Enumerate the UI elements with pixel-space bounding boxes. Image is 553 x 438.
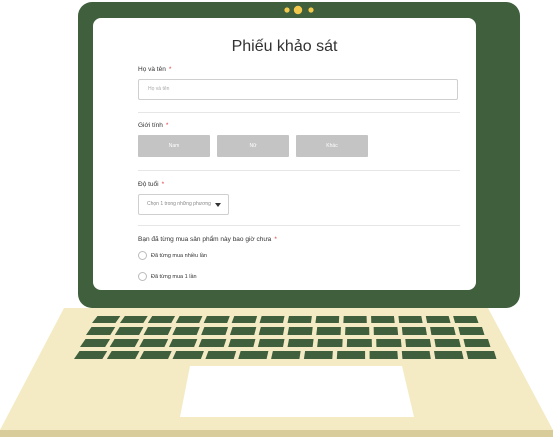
keyboard-key [258,327,285,335]
radio-icon[interactable] [138,250,147,260]
keyboard-key [106,351,140,359]
keyboard-key [143,327,172,335]
keyboard-key [109,339,140,347]
keyboard-key [346,339,372,347]
keyboard-key [316,327,341,335]
keyboard-key [463,339,491,347]
keyboard-key [287,316,312,323]
keyboard-key [257,339,285,347]
page-title: Phiếu khảo sát [231,38,338,55]
keyboard-key [369,351,398,359]
keyboard-key [271,351,301,359]
keyboard-key [259,316,285,323]
keyboard-key [405,339,432,347]
keyboard-key [198,339,227,347]
keyboard-key [345,327,370,335]
keyboard-key [287,339,314,347]
keyboard-key [458,327,485,335]
keyboard-key [203,316,230,323]
keyboard-key [376,339,402,347]
keyboard-key [434,351,464,359]
keyboard-key [205,351,237,359]
age-select[interactable]: Chọn 1 trong những phương [138,194,229,215]
keyboard-key [453,316,479,323]
age-label: Độ tuổi * [138,181,165,188]
keyboard-key [229,327,257,335]
keyboard-key [425,316,451,323]
keyboard-key [114,327,144,335]
purchase-option-once[interactable]: Đã từng mua 1 lần [138,271,197,282]
keyboard-key [430,327,456,335]
keyboard-key [168,339,198,347]
name-label: Họ và tên * [138,66,172,73]
keyboard-key [315,316,340,323]
keyboard-key [303,351,333,359]
keyboard-key [139,339,169,347]
laptop-screen: Phiếu khảo sát Họ và tên * Họ và tên Giới… [93,18,476,290]
laptop-base-shadow [0,430,553,437]
keyboard-key [336,351,366,359]
keyboard-key [401,327,427,335]
keyboard-key [238,351,269,359]
keyboard-key [317,339,343,347]
divider [138,225,460,226]
keyboard-key [175,316,203,323]
keyboard-key [172,327,200,335]
touchpad [180,366,414,417]
divider [138,170,460,171]
required-mark: * [165,122,169,129]
keyboard-key [434,339,461,347]
camera-dot-right [308,7,314,13]
keyboard-key [172,351,204,359]
age-select-value: Chọn 1 trong những phương [147,201,211,207]
required-mark: * [161,181,165,188]
camera-dot-center [293,5,303,15]
camera-dot-left [284,7,290,13]
keyboard-key [74,351,108,359]
chevron-down-icon [215,203,221,207]
name-input[interactable]: Họ và tên [138,79,458,100]
purchase-question-label: Bạn đã từng mua sản phẩm này bao giờ chư… [138,236,277,243]
divider [138,112,460,113]
keyboard-key [373,327,399,335]
keyboard-key [371,316,395,323]
required-mark: * [168,66,172,73]
gender-label: Giới tính * [138,122,169,129]
keyboard-key [401,351,431,359]
gender-option-male[interactable]: Nam [138,135,210,157]
keyboard-key [398,316,423,323]
radio-icon[interactable] [138,271,147,281]
keyboard-key [139,351,172,359]
keyboard-key [343,316,367,323]
required-mark: * [274,236,277,243]
gender-option-female[interactable]: Nữ [217,135,289,157]
keyboard-key [231,316,258,323]
keyboard-key [147,316,176,323]
keyboard-key [287,327,313,335]
keyboard-key [466,351,497,359]
keyboard-key [228,339,256,347]
gender-option-other[interactable]: Khác [296,135,368,157]
keyboard-key [201,327,229,335]
purchase-option-many[interactable]: Đã từng mua nhiều lần [138,250,207,261]
